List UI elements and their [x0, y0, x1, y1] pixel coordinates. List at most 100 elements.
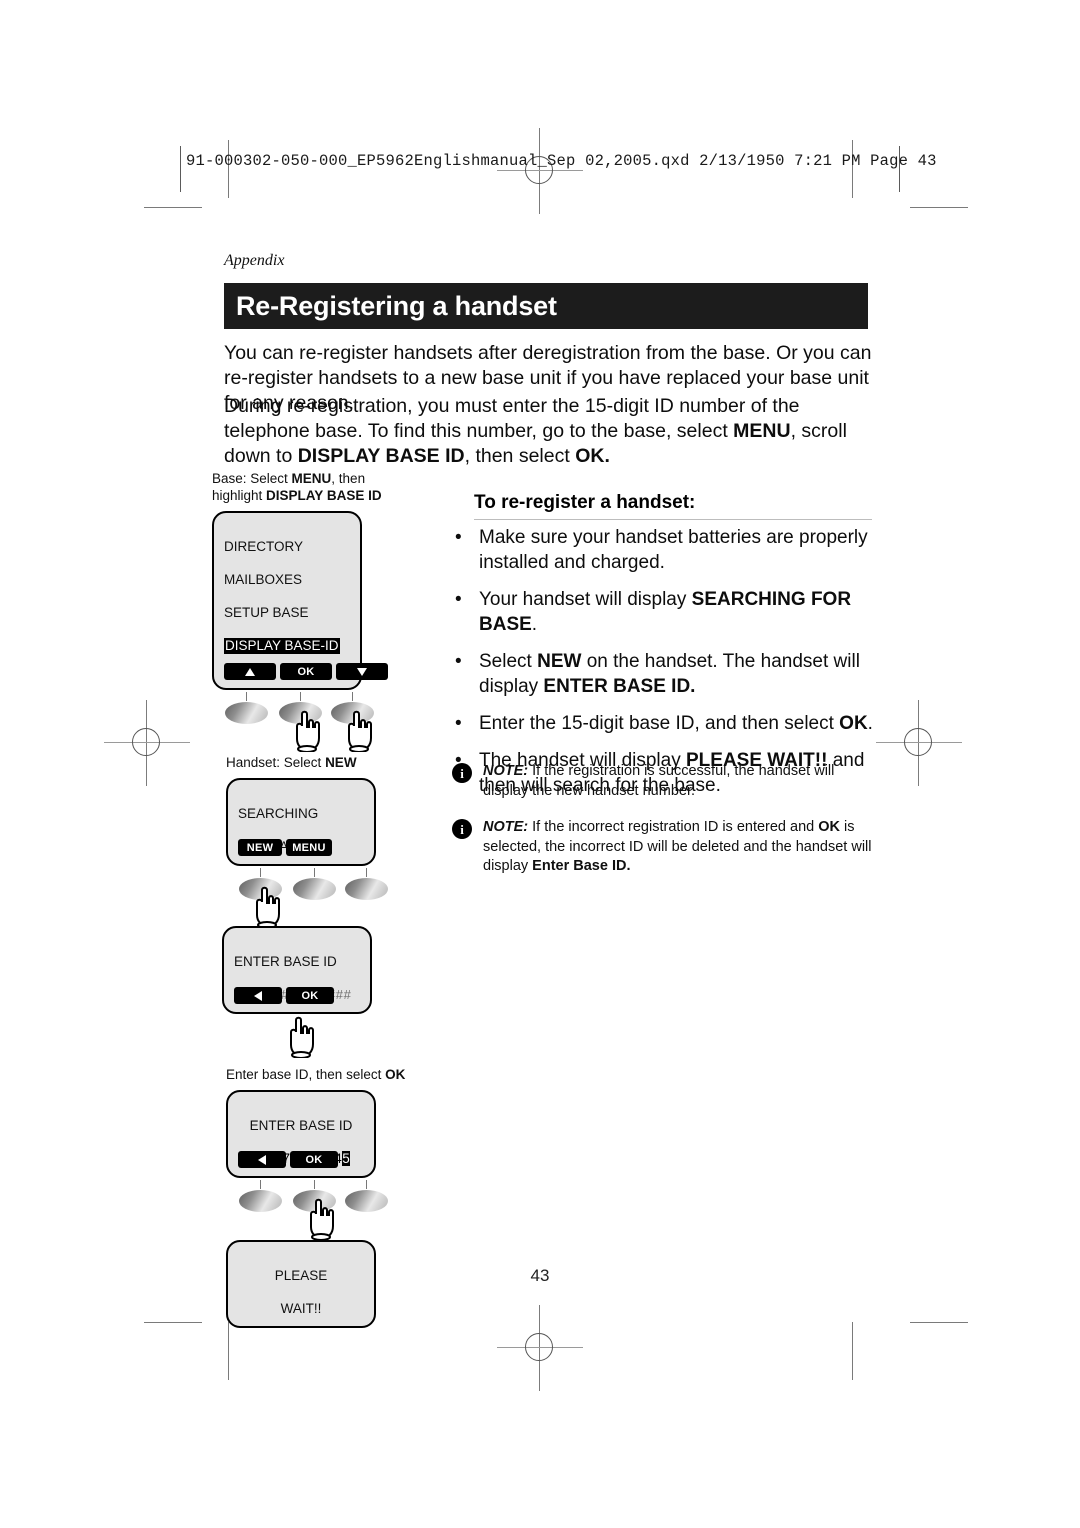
softkey-back[interactable] [238, 1151, 286, 1168]
softkey-back[interactable] [234, 987, 282, 1004]
intro-p2-ok-keyword: OK. [575, 445, 610, 467]
list-item-keyword-new: NEW [537, 651, 582, 672]
lcd-message-line-2: WAIT!! [280, 1300, 322, 1316]
list-item-text: Your handset will display [479, 589, 692, 610]
list-item: • Select NEW on the handset. The handset… [452, 649, 878, 699]
list-item: • Your handset will display SEARCHING FO… [452, 587, 878, 637]
diagram-step-base-menu: Base: Select MENU, then highlight DISPLA… [212, 470, 412, 752]
hand-pointer-row [212, 1016, 412, 1066]
softkey-scroll-up[interactable] [224, 663, 276, 680]
note-text: If the registration is successful, the h… [483, 763, 835, 799]
softkey-scroll-down[interactable] [336, 663, 388, 680]
list-item: • Enter the 15-digit base ID, and then s… [452, 711, 878, 736]
arrow-left-icon [258, 1154, 266, 1165]
diagram-step-handset-new: Handset: Select NEW SEARCHING FOR BASE N… [212, 754, 412, 928]
file-header-text: 91-000302-050-000_EP5962Englishmanual_Se… [186, 152, 937, 170]
pointing-hand-icon [256, 886, 280, 928]
softkey-ok[interactable]: OK [286, 987, 334, 1004]
arrow-down-icon [357, 667, 367, 676]
section-label: Appendix [224, 252, 285, 269]
registration-mark-bottom [497, 1305, 583, 1391]
arrow-up-icon [245, 667, 255, 676]
bullet-marker: • [455, 651, 462, 672]
registration-mark-top [497, 128, 583, 214]
physical-button-row [226, 868, 412, 928]
crop-mark-bottom-right-vertical [852, 1322, 853, 1380]
caption-part-a: Base: Select [212, 471, 292, 486]
page-title-bar: Re-Registering a handset [224, 283, 868, 329]
caption-keyword-display-base-id: DISPLAY BASE ID [266, 488, 382, 503]
lcd-softkey-row: OK [238, 1151, 338, 1168]
note-item: i NOTE: If the incorrect registration ID… [452, 818, 880, 877]
lcd-softkey-row: NEW MENU [238, 839, 332, 856]
info-icon: i [452, 763, 472, 783]
diagram-step-caption: Enter base ID, then select OK [212, 1066, 412, 1083]
softkey-ok[interactable]: OK [290, 1151, 338, 1168]
lcd-softkey-row: OK [224, 663, 388, 680]
bullet-marker: • [455, 589, 462, 610]
registration-mark-right [876, 700, 962, 786]
page-title: Re-Registering a handset [236, 290, 557, 321]
lcd-screen-enter-base-id: ENTER BASE ID ############### OK [222, 926, 372, 1014]
list-item: • Make sure your handset batteries are p… [452, 525, 878, 575]
physical-button[interactable] [345, 878, 388, 900]
bullet-marker: • [455, 527, 462, 548]
note-keyword-ok: OK [818, 819, 841, 835]
lcd-screen-searching: SEARCHING FOR BASE NEW MENU [226, 778, 376, 866]
intro-p2-menu-keyword: MENU [733, 420, 791, 442]
pointing-hand-icon [296, 710, 320, 752]
procedure-diagram: Base: Select MENU, then highlight DISPLA… [212, 470, 412, 1328]
caption-keyword-new: NEW [325, 755, 357, 770]
caption-keyword-menu: MENU [291, 471, 332, 486]
lcd-prompt: ENTER BASE ID [238, 1101, 364, 1151]
lcd-message: SEARCHING FOR BASE [238, 789, 364, 872]
physical-button[interactable] [345, 1190, 388, 1212]
crop-mark-top-left-horizontal [144, 207, 202, 208]
bullet-marker: • [455, 713, 462, 734]
crop-mark-bottom-right-horizontal [910, 1322, 968, 1323]
menu-item-mailboxes[interactable]: MAILBOXES [224, 572, 350, 589]
note-item: i NOTE: If the registration is successfu… [452, 762, 880, 801]
crop-mark-bottom-left-horizontal [144, 1322, 202, 1323]
lcd-message-line-1: SEARCHING [238, 805, 319, 821]
crop-mark-bottom-left-vertical [228, 1322, 229, 1380]
page-number: 43 [530, 1266, 550, 1285]
pointing-hand-icon [348, 710, 372, 752]
lcd-screen-base-menu: DIRECTORY MAILBOXES SETUP BASE DISPLAY B… [212, 511, 388, 690]
note-label: NOTE: [483, 819, 529, 835]
list-item-keyword-enter-base-id: ENTER BASE ID. [543, 676, 696, 697]
menu-item-setup-base[interactable]: SETUP BASE [224, 605, 350, 622]
intro-p2-part-a: During re-registration, you must enter t… [224, 395, 800, 442]
lcd-softkey-row: OK [234, 987, 334, 1004]
pointing-hand-icon [310, 1198, 334, 1240]
physical-button[interactable] [293, 878, 336, 900]
caption-keyword-ok: OK [385, 1067, 406, 1082]
softkey-new[interactable]: NEW [238, 839, 282, 856]
pointing-hand-icon [290, 1016, 314, 1058]
physical-button-row [212, 692, 412, 752]
diagram-step-caption: Handset: Select NEW [212, 754, 412, 771]
physical-button[interactable] [239, 1190, 282, 1212]
list-item-keyword-ok: OK [839, 713, 868, 734]
lcd-screen-base-id-entered: ENTER BASE ID 123456789012345 OK [226, 1090, 376, 1178]
menu-item-display-base-id-selected[interactable]: DISPLAY BASE-ID [224, 637, 340, 654]
registration-mark-left [104, 700, 190, 786]
notes-section: i NOTE: If the registration is successfu… [452, 762, 880, 894]
note-text: If the incorrect registration ID is ente… [528, 819, 819, 835]
lcd-cursor-digit: 5 [341, 1150, 351, 1166]
crop-mark-top-right-horizontal [910, 207, 968, 208]
menu-item-directory[interactable]: DIRECTORY [224, 539, 350, 556]
caption-part-a: Enter base ID, then select [226, 1067, 386, 1082]
lcd-prompt: ENTER BASE ID [234, 937, 360, 987]
physical-button[interactable] [225, 702, 268, 724]
intro-p2-display-base-id-keyword: DISPLAY BASE ID [297, 445, 465, 467]
info-icon: i [452, 819, 472, 839]
lcd-prompt-title: ENTER BASE ID [234, 953, 337, 969]
list-item-text: Select [479, 651, 538, 672]
caption-part-a: Handset: Select [226, 755, 326, 770]
list-item-text-tail: . [531, 614, 538, 635]
instructions-heading: To re-register a handset: [474, 492, 872, 520]
softkey-ok[interactable]: OK [280, 663, 332, 680]
diagram-step-enter-base-id-empty: ENTER BASE ID ############### OK [212, 926, 412, 1066]
softkey-menu[interactable]: MENU [286, 839, 332, 856]
